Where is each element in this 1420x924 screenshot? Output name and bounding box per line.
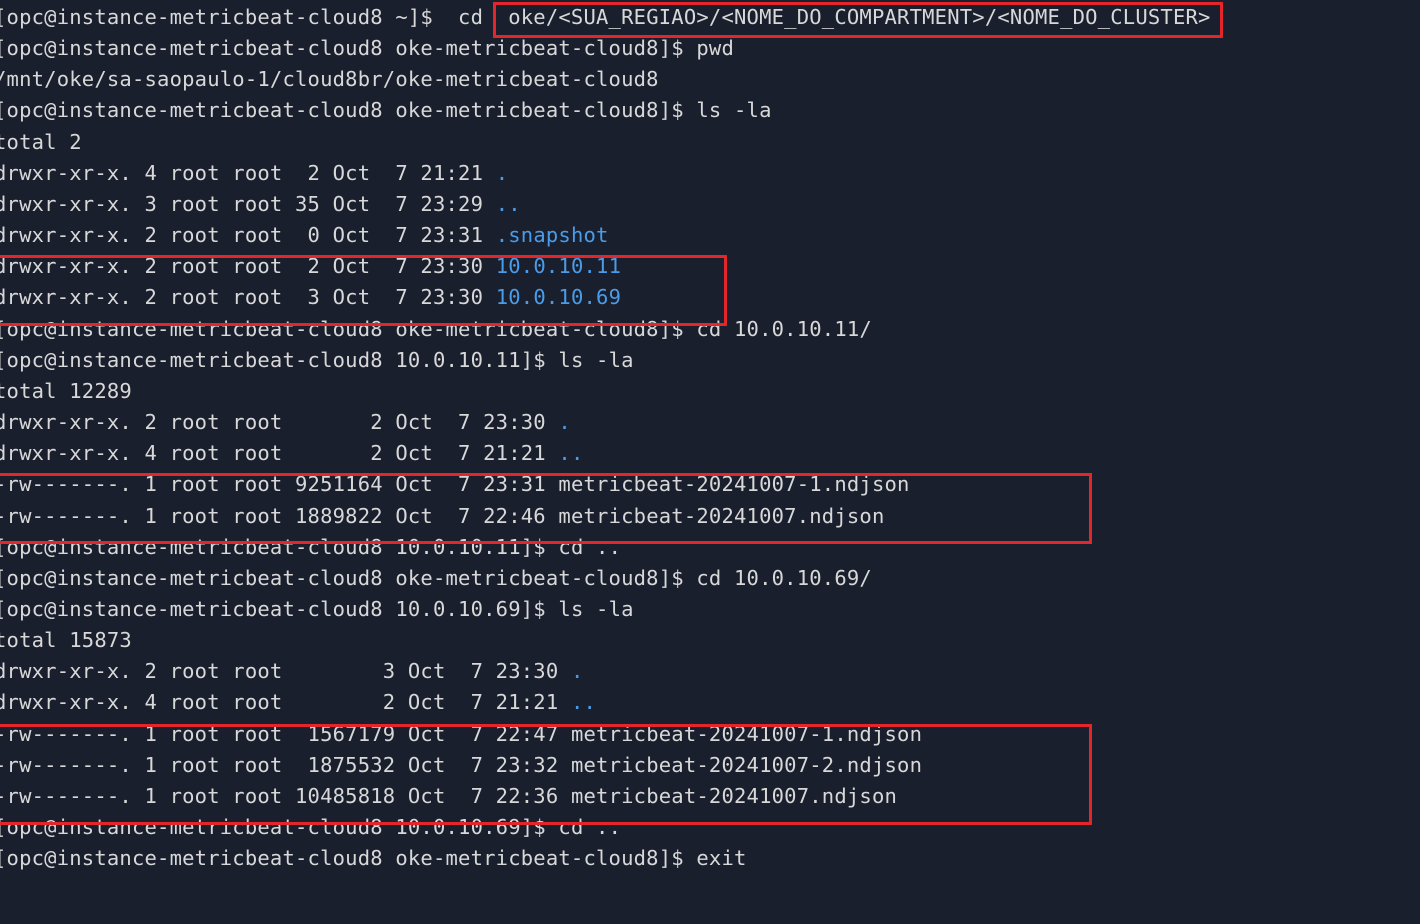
terminal-line: -rw-------. 1 root root 9251164 Oct 7 23… bbox=[0, 469, 1420, 500]
terminal-line: total 2 bbox=[0, 127, 1420, 158]
terminal-line: drwxr-xr-x. 3 root root 35 Oct 7 23:29 .… bbox=[0, 189, 1420, 220]
file-perms: -rw-------. 1 root root 1567179 Oct 7 22… bbox=[0, 722, 571, 746]
shell-prompt: [opc@instance-metricbeat-cloud8 10.0.10.… bbox=[0, 815, 558, 839]
file-perms: -rw-------. 1 root root 1875532 Oct 7 23… bbox=[0, 753, 571, 777]
shell-command[interactable]: ls -la bbox=[558, 348, 633, 372]
output-text: total 15873 bbox=[0, 628, 132, 652]
terminal-line: [opc@instance-metricbeat-cloud8 oke-metr… bbox=[0, 314, 1420, 345]
file-perms: drwxr-xr-x. 2 root root 3 Oct 7 23:30 bbox=[0, 285, 496, 309]
dir-name: . bbox=[496, 161, 509, 185]
terminal-line: drwxr-xr-x. 2 root root 2 Oct 7 23:30 10… bbox=[0, 251, 1420, 282]
shell-prompt: [opc@instance-metricbeat-cloud8 10.0.10.… bbox=[0, 348, 558, 372]
terminal-line: -rw-------. 1 root root 1875532 Oct 7 23… bbox=[0, 750, 1420, 781]
shell-command[interactable]: cd oke/<SUA_REGIAO>/<NOME_DO_COMPARTMENT… bbox=[446, 5, 1211, 29]
shell-command[interactable]: cd 10.0.10.11/ bbox=[696, 317, 872, 341]
terminal-line: total 15873 bbox=[0, 625, 1420, 656]
file-perms: drwxr-xr-x. 4 root root 2 Oct 7 21:21 bbox=[0, 161, 496, 185]
file-perms: -rw-------. 1 root root 9251164 Oct 7 23… bbox=[0, 472, 558, 496]
file-perms: -rw-------. 1 root root 10485818 Oct 7 2… bbox=[0, 784, 571, 808]
shell-command[interactable]: pwd bbox=[696, 36, 734, 60]
terminal-line: drwxr-xr-x. 2 root root 0 Oct 7 23:31 .s… bbox=[0, 220, 1420, 251]
terminal-line: drwxr-xr-x. 4 root root 2 Oct 7 21:21 .. bbox=[0, 687, 1420, 718]
shell-prompt: [opc@instance-metricbeat-cloud8 oke-metr… bbox=[0, 36, 696, 60]
terminal-line: [opc@instance-metricbeat-cloud8 10.0.10.… bbox=[0, 812, 1420, 843]
terminal-line: [opc@instance-metricbeat-cloud8 oke-metr… bbox=[0, 33, 1420, 64]
shell-command[interactable]: exit bbox=[696, 846, 746, 870]
shell-prompt: [opc@instance-metricbeat-cloud8 oke-metr… bbox=[0, 98, 696, 122]
terminal-line: drwxr-xr-x. 2 root root 2 Oct 7 23:30 . bbox=[0, 407, 1420, 438]
file-name: metricbeat-20241007-2.ndjson bbox=[571, 753, 922, 777]
shell-prompt: [opc@instance-metricbeat-cloud8 10.0.10.… bbox=[0, 535, 558, 559]
terminal-line: drwxr-xr-x. 4 root root 2 Oct 7 21:21 . bbox=[0, 158, 1420, 189]
shell-prompt: [opc@instance-metricbeat-cloud8 oke-metr… bbox=[0, 317, 696, 341]
terminal-line: [opc@instance-metricbeat-cloud8 10.0.10.… bbox=[0, 594, 1420, 625]
terminal-line: -rw-------. 1 root root 1567179 Oct 7 22… bbox=[0, 719, 1420, 750]
dir-name: .. bbox=[558, 441, 583, 465]
terminal-line: drwxr-xr-x. 2 root root 3 Oct 7 23:30 10… bbox=[0, 282, 1420, 313]
file-perms: drwxr-xr-x. 2 root root 3 Oct 7 23:30 bbox=[0, 659, 571, 683]
file-perms: drwxr-xr-x. 3 root root 35 Oct 7 23:29 bbox=[0, 192, 496, 216]
terminal-output: [opc@instance-metricbeat-cloud8 ~]$ cd o… bbox=[0, 2, 1420, 874]
terminal-line: -rw-------. 1 root root 10485818 Oct 7 2… bbox=[0, 781, 1420, 812]
output-text: total 2 bbox=[0, 130, 82, 154]
terminal-line: drwxr-xr-x. 2 root root 3 Oct 7 23:30 . bbox=[0, 656, 1420, 687]
dir-name: 10.0.10.11 bbox=[496, 254, 621, 278]
dir-name: . bbox=[558, 410, 571, 434]
shell-prompt: [opc@instance-metricbeat-cloud8 10.0.10.… bbox=[0, 597, 558, 621]
shell-command[interactable]: cd .. bbox=[558, 815, 621, 839]
terminal-line: [opc@instance-metricbeat-cloud8 10.0.10.… bbox=[0, 532, 1420, 563]
terminal-line: -rw-------. 1 root root 1889822 Oct 7 22… bbox=[0, 501, 1420, 532]
file-name: metricbeat-20241007-1.ndjson bbox=[571, 722, 922, 746]
terminal-line: [opc@instance-metricbeat-cloud8 10.0.10.… bbox=[0, 345, 1420, 376]
shell-command[interactable]: ls -la bbox=[558, 597, 633, 621]
shell-prompt: [opc@instance-metricbeat-cloud8 oke-metr… bbox=[0, 846, 696, 870]
terminal-line: [opc@instance-metricbeat-cloud8 ~]$ cd o… bbox=[0, 2, 1420, 33]
terminal-line: [opc@instance-metricbeat-cloud8 oke-metr… bbox=[0, 843, 1420, 874]
shell-prompt: [opc@instance-metricbeat-cloud8 oke-metr… bbox=[0, 566, 696, 590]
shell-command[interactable]: cd 10.0.10.69/ bbox=[696, 566, 872, 590]
dir-name: .snapshot bbox=[496, 223, 609, 247]
output-text: /mnt/oke/sa-saopaulo-1/cloud8br/oke-metr… bbox=[0, 67, 659, 91]
file-name: metricbeat-20241007.ndjson bbox=[558, 504, 884, 528]
dir-name: .. bbox=[571, 690, 596, 714]
file-name: metricbeat-20241007.ndjson bbox=[571, 784, 897, 808]
file-perms: -rw-------. 1 root root 1889822 Oct 7 22… bbox=[0, 504, 558, 528]
file-name: metricbeat-20241007-1.ndjson bbox=[558, 472, 909, 496]
dir-name: .. bbox=[496, 192, 521, 216]
terminal-line: /mnt/oke/sa-saopaulo-1/cloud8br/oke-metr… bbox=[0, 64, 1420, 95]
terminal-line: [opc@instance-metricbeat-cloud8 oke-metr… bbox=[0, 95, 1420, 126]
file-perms: drwxr-xr-x. 2 root root 2 Oct 7 23:30 bbox=[0, 410, 558, 434]
dir-name: 10.0.10.69 bbox=[496, 285, 621, 309]
terminal-line: [opc@instance-metricbeat-cloud8 oke-metr… bbox=[0, 563, 1420, 594]
file-perms: drwxr-xr-x. 4 root root 2 Oct 7 21:21 bbox=[0, 690, 571, 714]
shell-command[interactable]: cd .. bbox=[558, 535, 621, 559]
file-perms: drwxr-xr-x. 2 root root 0 Oct 7 23:31 bbox=[0, 223, 496, 247]
dir-name: . bbox=[571, 659, 584, 683]
shell-command[interactable]: ls -la bbox=[696, 98, 771, 122]
shell-prompt: [opc@instance-metricbeat-cloud8 ~]$ bbox=[0, 5, 446, 29]
terminal-line: drwxr-xr-x. 4 root root 2 Oct 7 21:21 .. bbox=[0, 438, 1420, 469]
file-perms: drwxr-xr-x. 4 root root 2 Oct 7 21:21 bbox=[0, 441, 558, 465]
terminal-line: total 12289 bbox=[0, 376, 1420, 407]
file-perms: drwxr-xr-x. 2 root root 2 Oct 7 23:30 bbox=[0, 254, 496, 278]
output-text: total 12289 bbox=[0, 379, 132, 403]
